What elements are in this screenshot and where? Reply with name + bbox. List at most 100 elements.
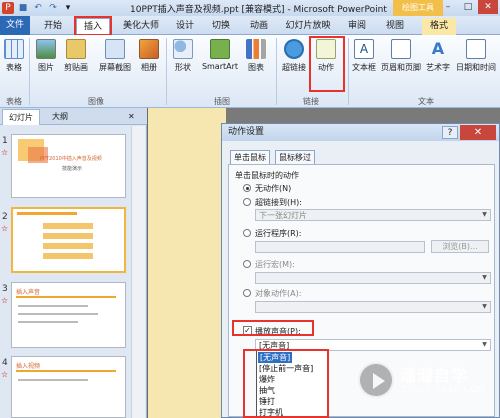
hyperlink-select[interactable]: 下一张幻灯片 ▼	[255, 209, 491, 221]
thumb-decoration	[18, 379, 88, 381]
close-pane-icon[interactable]: ✕	[128, 109, 135, 125]
radio-no-action[interactable]	[243, 184, 251, 192]
wordart-button[interactable]: A 艺术字	[424, 39, 452, 73]
screenshot-button[interactable]: 屏幕截图	[95, 39, 135, 73]
slide-thumbnail-1[interactable]: PPT2010中插入声音及视频 技能演示	[11, 134, 126, 198]
shapes-button[interactable]: 形状	[171, 39, 195, 73]
minimize-button[interactable]: –	[438, 0, 458, 14]
tab-design[interactable]: 设计	[170, 18, 200, 35]
table-button[interactable]: 表格	[3, 39, 25, 73]
powerpoint-app-icon[interactable]: P	[2, 2, 14, 14]
slide-transition-icon: ☆	[1, 224, 9, 233]
album-button[interactable]: 相册	[137, 39, 161, 73]
thumb-decoration	[18, 313, 98, 315]
group-separator	[276, 38, 277, 105]
table-icon	[4, 39, 24, 59]
calendar-icon	[466, 39, 486, 59]
tab-mouse-click[interactable]: 单击鼠标	[230, 150, 270, 164]
radio-object-action[interactable]	[243, 289, 251, 297]
run-program-input[interactable]	[255, 241, 425, 253]
close-window-button[interactable]: ✕	[478, 0, 498, 14]
slides-pane-scrollbar[interactable]	[131, 126, 145, 418]
tab-view[interactable]: 视图	[380, 18, 410, 35]
header-footer-button[interactable]: 页眉和页脚	[378, 39, 424, 73]
tab-transitions[interactable]: 切换	[206, 18, 236, 35]
clipart-button[interactable]: 剪贴画	[61, 39, 91, 73]
chart-button[interactable]: 图表	[244, 39, 268, 73]
radio-hyperlink[interactable]	[243, 198, 251, 206]
watermark: 溜溜自学 ZIXUE.3D66.COM	[358, 358, 500, 404]
save-icon[interactable]: ■	[17, 2, 29, 14]
shapes-icon	[173, 39, 193, 59]
screenshot-icon	[105, 39, 125, 59]
tab-mouse-over[interactable]: 鼠标移过	[275, 150, 315, 164]
thumb-title: 插入声音	[16, 289, 41, 296]
window-title: 10PPT插入声音及视频.ppt [兼容模式] - Microsoft Powe…	[130, 5, 387, 15]
dialog-close-button[interactable]: ✕	[460, 125, 496, 140]
tab-animations[interactable]: 动画	[244, 18, 274, 35]
chart-label: 图表	[248, 63, 264, 72]
thumb-decoration	[43, 243, 93, 249]
tab-format[interactable]: 格式	[422, 18, 456, 35]
quick-access-toolbar: P ■ ↶ ↷ ▾	[2, 2, 74, 14]
tab-outline[interactable]: 大纲	[46, 109, 74, 125]
group-label-images: 图像	[88, 97, 104, 106]
picture-button[interactable]: 图片	[35, 39, 57, 73]
group-separator	[29, 38, 30, 105]
play-sound-highlight	[232, 320, 314, 336]
globe-link-icon	[284, 39, 304, 59]
slides-pane-tabs: 幻灯片 大纲 ✕	[0, 108, 147, 125]
date-time-button[interactable]: 日期和时间	[453, 39, 499, 73]
group-label-links: 链接	[303, 97, 319, 106]
slide-edge	[148, 108, 226, 418]
header-footer-icon	[391, 39, 411, 59]
undo-icon[interactable]: ↶	[32, 2, 44, 14]
hyperlink-button[interactable]: 超链接	[280, 39, 308, 73]
hyperlink-value: 下一张幻灯片	[259, 211, 307, 220]
section-label: 单击鼠标时的动作	[235, 171, 299, 180]
album-label: 相册	[141, 63, 157, 72]
tab-home[interactable]: 开始	[38, 18, 68, 35]
slides-pane: 幻灯片 大纲 ✕ 1 ☆ PPT2010中插入声音及视频 技能演示 2 ☆ 3 …	[0, 108, 147, 418]
customize-qat-icon[interactable]: ▾	[62, 2, 74, 14]
ribbon-tab-row: 文件 开始 插入 美化大师 设计 切换 动画 幻灯片放映 审阅 视图 格式	[0, 16, 500, 36]
textbox-button[interactable]: A 文本框	[351, 39, 377, 73]
no-action-label: 无动作(N)	[255, 184, 292, 193]
browse-button[interactable]: 浏览(B)...	[431, 240, 489, 253]
watermark-name: 溜溜自学	[400, 366, 469, 385]
table-label: 表格	[6, 63, 22, 72]
tab-slides[interactable]: 幻灯片	[2, 109, 40, 125]
thumb-decoration	[43, 233, 93, 239]
object-action-select[interactable]: ▼	[255, 301, 491, 313]
run-macro-select[interactable]: ▼	[255, 272, 491, 284]
maximize-button[interactable]: □	[458, 0, 478, 14]
screenshot-label: 屏幕截图	[99, 63, 131, 72]
slide-thumbnail-3[interactable]: 插入声音	[11, 282, 126, 348]
date-time-label: 日期和时间	[456, 63, 496, 72]
slide-number-2: 2	[2, 212, 8, 222]
slide-number-3: 3	[2, 284, 8, 294]
group-separator	[348, 38, 349, 105]
tab-slideshow[interactable]: 幻灯片放映	[280, 18, 336, 35]
group-label-illustrations: 插图	[214, 97, 230, 106]
clipart-icon	[66, 39, 86, 59]
run-macro-label: 运行宏(M):	[255, 260, 295, 269]
chevron-down-icon: ▼	[482, 211, 487, 218]
redo-icon[interactable]: ↷	[47, 2, 59, 14]
tab-review[interactable]: 审阅	[342, 18, 372, 35]
help-icon[interactable]: ?	[442, 126, 458, 139]
tab-beautify-master[interactable]: 美化大师	[117, 18, 165, 35]
radio-run-program[interactable]	[243, 229, 251, 237]
tab-file[interactable]: 文件	[0, 16, 30, 35]
thumb-decoration	[43, 223, 93, 229]
picture-icon	[36, 39, 56, 59]
slide-thumbnail-4[interactable]: 插入视频	[11, 356, 126, 418]
smartart-button[interactable]: SmartArt	[200, 39, 240, 71]
smartart-label: SmartArt	[201, 62, 239, 71]
chevron-down-icon: ▼	[482, 274, 487, 281]
wordart-label: 艺术字	[426, 63, 450, 72]
header-footer-label: 页眉和页脚	[381, 63, 421, 72]
slide-thumbnail-2[interactable]	[11, 207, 126, 273]
title-bar: P ■ ↶ ↷ ▾ 10PPT插入声音及视频.ppt [兼容模式] - Micr…	[0, 0, 500, 16]
radio-run-macro[interactable]	[243, 260, 251, 268]
